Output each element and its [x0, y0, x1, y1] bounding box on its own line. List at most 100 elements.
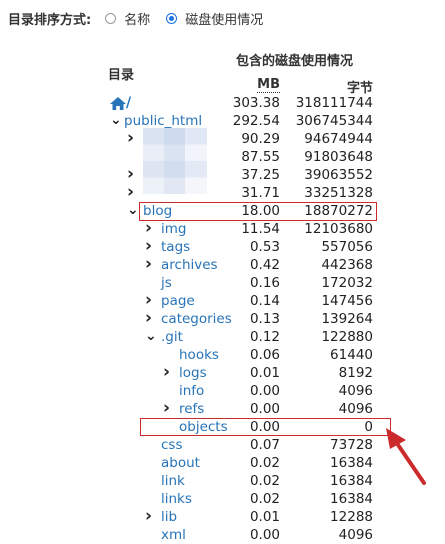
table-row-archives: archives 0.42 442368	[0, 256, 445, 274]
row-bytes: 16384	[330, 473, 373, 489]
table-row-page: page 0.14 147456	[0, 292, 445, 310]
sort-by-name-option[interactable]: 名称	[105, 9, 150, 28]
row-mb: 0.07	[249, 437, 280, 453]
row-mb: 0.02	[249, 455, 280, 471]
row-mb: 0.14	[249, 293, 280, 309]
row-bytes: 442368	[321, 257, 373, 273]
sort-options: 目录排序方式: 名称 磁盘使用情况	[8, 9, 279, 28]
mb-header-text: MB	[257, 77, 280, 93]
sort-by-usage-option[interactable]: 磁盘使用情况	[166, 9, 263, 28]
chevron-down-icon[interactable]	[110, 112, 122, 130]
redacted-names-blur	[143, 128, 207, 194]
row-bytes: 61440	[330, 347, 373, 363]
chevron-down-icon[interactable]	[145, 328, 157, 346]
folder-link-page[interactable]: page	[161, 292, 195, 310]
table-row-links: links 0.02 16384	[0, 490, 445, 508]
row-bytes: 4096	[338, 527, 373, 543]
table-row-about: about 0.02 16384	[0, 454, 445, 472]
row-bytes: 94674944	[304, 131, 373, 147]
sort-label: 目录排序方式:	[8, 12, 92, 28]
row-mb: 11.54	[241, 221, 280, 237]
table-row-css: css 0.07 73728	[0, 436, 445, 454]
folder-link-tags[interactable]: tags	[161, 238, 190, 256]
row-bytes: 8192	[338, 365, 373, 381]
row-mb: 292.54	[232, 113, 280, 129]
root-link[interactable]: /	[126, 94, 131, 112]
row-bytes: 4096	[338, 383, 373, 399]
row-mb: 0.12	[249, 329, 280, 345]
table-row-lib: lib 0.01 12288	[0, 508, 445, 526]
table-row-link: link 0.02 16384	[0, 472, 445, 490]
folder-link-links[interactable]: links	[161, 490, 192, 508]
row-bytes: 73728	[330, 437, 373, 453]
row-mb: 0.13	[249, 311, 280, 327]
row-mb: 0.00	[249, 527, 280, 543]
chevron-right-icon[interactable]	[127, 130, 139, 148]
row-bytes: 12288	[330, 509, 373, 525]
row-bytes: 557056	[321, 239, 373, 255]
table-row: 87.55 91803648	[0, 148, 445, 166]
sort-by-usage-radio[interactable]	[166, 12, 178, 24]
row-mb: 0.01	[249, 509, 280, 525]
folder-link-git[interactable]: .git	[161, 328, 183, 346]
row-mb: 0.01	[249, 365, 280, 381]
home-icon[interactable]	[110, 97, 126, 110]
row-bytes: 4096	[338, 401, 373, 417]
row-mb: 0.00	[249, 401, 280, 417]
chevron-right-icon[interactable]	[145, 508, 157, 526]
row-mb: 31.71	[241, 185, 280, 201]
table-row: 90.29 94674944	[0, 130, 445, 148]
sort-by-name-radio[interactable]	[105, 12, 117, 24]
row-mb: 0.42	[249, 257, 280, 273]
folder-link-js[interactable]: js	[161, 274, 172, 292]
folder-link-css[interactable]: css	[161, 436, 183, 454]
row-mb: 0.53	[249, 239, 280, 255]
chevron-right-icon[interactable]	[145, 310, 157, 328]
row-bytes: 147456	[321, 293, 373, 309]
row-mb: 303.38	[232, 95, 280, 111]
table-row-git: .git 0.12 122880	[0, 328, 445, 346]
row-bytes: 12103680	[304, 221, 373, 237]
row-mb: 0.02	[249, 491, 280, 507]
folder-link-link[interactable]: link	[161, 472, 185, 490]
row-bytes: 306745344	[295, 113, 373, 129]
table-row-root: / 303.38 318111744	[0, 94, 445, 112]
row-mb: 0.00	[249, 383, 280, 399]
sort-by-usage-label: 磁盘使用情况	[185, 12, 264, 28]
row-bytes: 16384	[330, 491, 373, 507]
table-row-xml: xml 0.00 4096	[0, 526, 445, 544]
table-row-refs: refs 0.00 4096	[0, 400, 445, 418]
chevron-down-icon[interactable]	[127, 202, 139, 220]
row-bytes: 16384	[330, 455, 373, 471]
table-row-public-html: public_html 292.54 306745344	[0, 112, 445, 130]
annotation-arrow-icon	[386, 428, 426, 485]
table-row-js: js 0.16 172032	[0, 274, 445, 292]
folder-link-img[interactable]: img	[161, 220, 186, 238]
highlight-box-objects	[140, 418, 391, 436]
table-row-logs: logs 0.01 8192	[0, 364, 445, 382]
row-bytes: 172032	[321, 275, 373, 291]
row-mb: 90.29	[241, 131, 280, 147]
row-bytes: 33251328	[304, 185, 373, 201]
chevron-right-icon[interactable]	[163, 400, 175, 418]
row-bytes: 318111744	[295, 95, 373, 111]
row-bytes: 122880	[321, 329, 373, 345]
row-mb: 0.02	[249, 473, 280, 489]
chevron-right-icon[interactable]	[163, 364, 175, 382]
folder-link-about[interactable]: about	[161, 454, 200, 472]
row-bytes: 91803648	[304, 149, 373, 165]
row-mb: 37.25	[241, 167, 280, 183]
table-row-tags: tags 0.53 557056	[0, 238, 445, 256]
chevron-right-icon[interactable]	[145, 256, 157, 274]
folder-link-xml[interactable]: xml	[161, 526, 186, 544]
folder-link-lib[interactable]: lib	[161, 508, 177, 526]
row-mb: 0.16	[249, 275, 280, 291]
row-mb: 87.55	[241, 149, 280, 165]
sort-by-name-label: 名称	[124, 12, 151, 28]
row-bytes: 139264	[321, 311, 373, 327]
usage-header: 包含的磁盘使用情况	[236, 54, 354, 69]
table-row: 31.71 33251328	[0, 184, 445, 202]
chevron-right-icon[interactable]	[127, 184, 139, 202]
table-row-info: info 0.00 4096	[0, 382, 445, 400]
table-row-hooks: hooks 0.06 61440	[0, 346, 445, 364]
